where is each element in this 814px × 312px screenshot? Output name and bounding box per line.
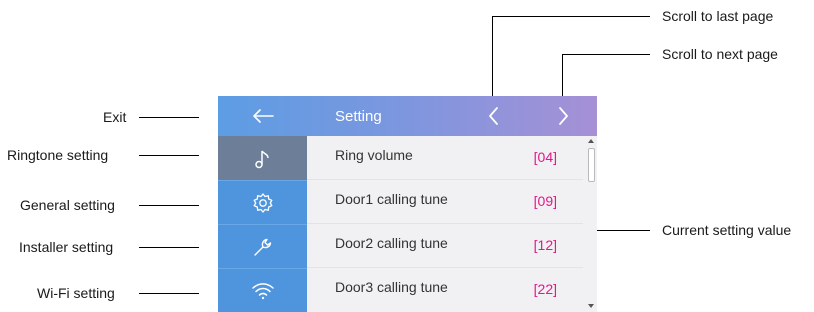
wrench-icon [253,238,271,256]
list-item[interactable]: Door2 calling tune [12] [307,224,583,268]
scroll-next-callout-v [562,54,563,102]
installer-setting-annotation: Installer setting [19,239,114,255]
sidebar-item-general[interactable] [218,180,307,224]
exit-callout-line [139,117,199,118]
wifi-callout-line [139,293,199,294]
setting-value: [04] [533,149,557,165]
list-item[interactable]: Ring volume [04] [307,136,583,180]
back-arrow-icon[interactable] [218,96,307,136]
scroll-next-callout-h [562,54,650,55]
scroll-last-annotation: Scroll to last page [662,8,774,24]
page-title: Setting [335,108,382,125]
general-setting-annotation: General setting [20,197,115,213]
scroll-next-annotation: Scroll to next page [662,46,778,62]
wifi-setting-annotation: Wi-Fi setting [37,285,115,301]
setting-value: [12] [533,237,557,253]
music-note-icon [254,150,269,168]
setting-label: Door1 calling tune [335,191,448,207]
scrollbar[interactable] [586,136,597,312]
setting-value: [22] [533,281,557,297]
scroll-down-icon[interactable] [588,304,594,308]
settings-list: Ring volume [04] Door1 calling tune [09]… [307,136,583,312]
current-value-annotation: Current setting value [662,222,792,238]
setting-screen: Setting Ring volume [04] Door1 calling t… [218,96,597,312]
chevron-right-icon[interactable] [552,105,574,127]
scroll-up-icon[interactable] [588,139,594,143]
list-item[interactable]: Door3 calling tune [22] [307,268,583,312]
sidebar [218,136,307,312]
sidebar-item-wifi[interactable] [218,268,307,312]
scroll-last-callout-h [492,16,650,17]
gear-icon [253,192,272,213]
general-callout-line [139,205,199,206]
setting-label: Door3 calling tune [335,279,448,295]
wifi-icon [251,282,274,299]
setting-label: Door2 calling tune [335,235,448,251]
setting-label: Ring volume [335,147,413,163]
ringtone-setting-annotation: Ringtone setting [7,147,109,163]
top-bar: Setting [218,96,597,136]
setting-value: [09] [533,193,557,209]
scroll-last-callout-v [492,16,493,104]
sidebar-item-installer[interactable] [218,224,307,268]
chevron-left-icon[interactable] [483,105,505,127]
ringtone-callout-line [139,155,199,156]
exit-annotation: Exit [103,109,127,125]
installer-callout-line [139,247,199,248]
scrollbar-thumb[interactable] [588,148,595,182]
list-item[interactable]: Door1 calling tune [09] [307,180,583,224]
sidebar-item-ringtone[interactable] [218,136,307,180]
